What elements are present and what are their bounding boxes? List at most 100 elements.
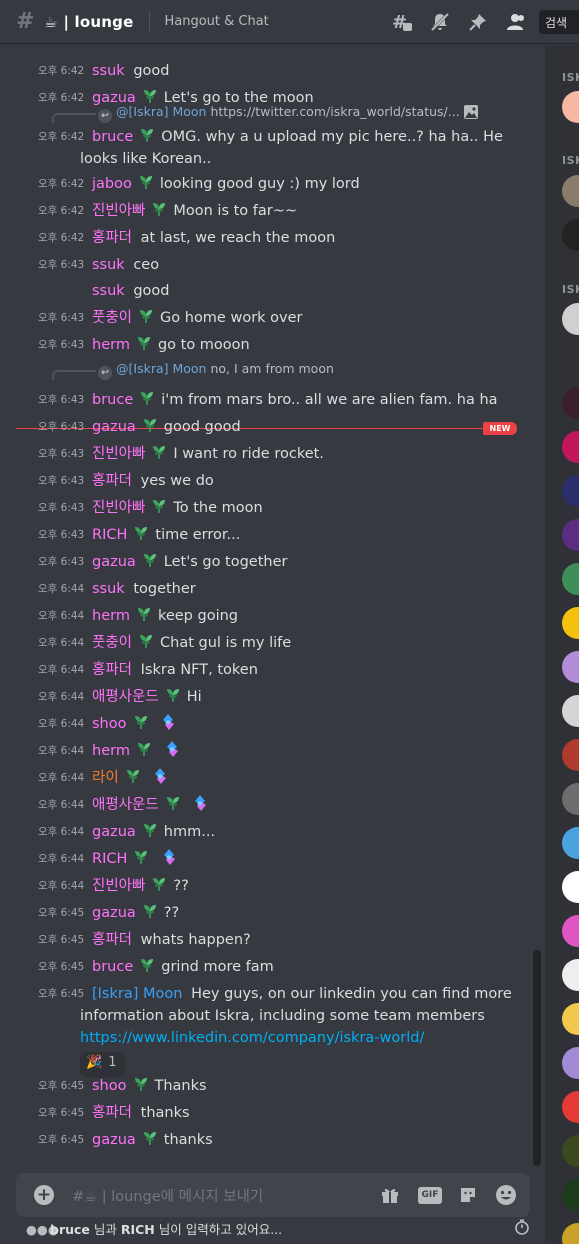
- member-list-icon[interactable]: [497, 0, 535, 44]
- member-avatar[interactable]: [562, 519, 579, 551]
- message-timestamp[interactable]: 오후 6:43: [38, 257, 84, 273]
- message-timestamp[interactable]: 오후 6:42: [38, 90, 84, 106]
- message-author[interactable]: bruce: [92, 392, 133, 408]
- message-timestamp[interactable]: 오후 6:43: [38, 446, 84, 462]
- message-timestamp[interactable]: 오후 6:44: [38, 797, 84, 813]
- message-author[interactable]: 홍파더: [92, 662, 132, 678]
- message-timestamp[interactable]: 오후 6:45: [38, 1132, 84, 1148]
- message-author[interactable]: shoo: [92, 716, 127, 732]
- message-author[interactable]: 라이: [92, 770, 119, 786]
- member-avatar[interactable]: [562, 91, 579, 123]
- message-timestamp[interactable]: 오후 6:44: [38, 608, 84, 624]
- member-avatar[interactable]: [562, 431, 579, 463]
- member-avatar[interactable]: [562, 871, 579, 903]
- message-timestamp[interactable]: 오후 6:44: [38, 824, 84, 840]
- member-avatar[interactable]: [562, 959, 579, 991]
- message-author[interactable]: 풋충이: [92, 635, 132, 651]
- message-timestamp[interactable]: 오후 6:45: [38, 1105, 84, 1121]
- message-author[interactable]: 풋충이: [92, 310, 132, 326]
- message-timestamp[interactable]: 오후 6:44: [38, 635, 84, 651]
- message-timestamp[interactable]: 오후 6:44: [38, 743, 84, 759]
- message-timestamp[interactable]: 오후 6:43: [38, 500, 84, 516]
- message-timestamp[interactable]: 오후 6:43: [38, 527, 84, 543]
- message-author[interactable]: RICH: [92, 527, 127, 543]
- message-author[interactable]: 진빈아빠: [92, 500, 145, 516]
- message-timestamp[interactable]: 오후 6:43: [38, 473, 84, 489]
- message-author[interactable]: ssuk: [92, 257, 125, 273]
- member-avatar[interactable]: [562, 175, 579, 207]
- message-author[interactable]: gazua: [92, 824, 136, 840]
- message-author[interactable]: bruce: [92, 959, 133, 975]
- reply-author[interactable]: @[Iskra] Moon: [116, 104, 206, 119]
- message-author[interactable]: 진빈아빠: [92, 203, 145, 219]
- message-timestamp[interactable]: 오후 6:44: [38, 716, 84, 732]
- member-avatar[interactable]: [562, 607, 579, 639]
- message-timestamp[interactable]: 오후 6:42: [38, 176, 84, 192]
- member-avatar[interactable]: [562, 651, 579, 683]
- message-composer[interactable]: + #☕ | lounge에 메시지 보내기 GIF: [16, 1173, 530, 1217]
- message-author[interactable]: 홍파더: [92, 230, 132, 246]
- message-author[interactable]: RICH: [92, 851, 127, 867]
- message-timestamp[interactable]: 오후 6:45: [38, 905, 84, 921]
- member-avatar[interactable]: [562, 303, 579, 335]
- message-timestamp[interactable]: 오후 6:42: [38, 230, 84, 246]
- message-list[interactable]: NEW 오후 6:42 ssuk good 오후 6:42 gazua Let's go…: [0, 45, 545, 1170]
- message-author[interactable]: 진빈아빠: [92, 446, 145, 462]
- message-timestamp[interactable]: 오후 6:45: [38, 959, 84, 975]
- message-author[interactable]: ssuk: [92, 283, 125, 299]
- message-author[interactable]: 애평사운드: [92, 689, 159, 705]
- message-author[interactable]: gazua: [92, 419, 136, 435]
- reply-author[interactable]: @[Iskra] Moon: [116, 361, 206, 376]
- message-timestamp[interactable]: 오후 6:44: [38, 689, 84, 705]
- message-author[interactable]: 홍파더: [92, 473, 132, 489]
- member-avatar[interactable]: [562, 1135, 579, 1167]
- message-author[interactable]: gazua: [92, 905, 136, 921]
- member-avatar[interactable]: [562, 1003, 579, 1035]
- member-avatar[interactable]: [562, 739, 579, 771]
- message-timestamp[interactable]: 오후 6:42: [38, 203, 84, 219]
- message-author[interactable]: 진빈아빠: [92, 878, 145, 894]
- reply-preview[interactable]: ↩ @[Iskra] Moon no, I am from moon: [98, 361, 498, 380]
- pin-icon[interactable]: [459, 0, 497, 44]
- message-link[interactable]: https://www.linkedin.com/company/iskra-w…: [80, 1027, 505, 1049]
- message-timestamp[interactable]: 오후 6:44: [38, 851, 84, 867]
- message-timestamp[interactable]: 오후 6:43: [38, 337, 84, 353]
- member-avatar[interactable]: [562, 695, 579, 727]
- member-avatar[interactable]: [562, 219, 579, 251]
- message-timestamp[interactable]: 오후 6:44: [38, 878, 84, 894]
- message-timestamp[interactable]: 오후 6:45: [38, 932, 84, 948]
- message-timestamp[interactable]: 오후 6:44: [38, 770, 84, 786]
- member-avatar[interactable]: [562, 1223, 579, 1244]
- message-author[interactable]: bruce: [92, 129, 133, 145]
- sticker-icon[interactable]: [456, 1183, 480, 1207]
- message-timestamp[interactable]: 오후 6:43: [38, 392, 84, 408]
- message-author[interactable]: gazua: [92, 554, 136, 570]
- message-author[interactable]: ssuk: [92, 581, 125, 597]
- member-avatar[interactable]: [562, 563, 579, 595]
- emoji-picker-icon[interactable]: [494, 1183, 518, 1207]
- message-author[interactable]: jaboo: [92, 176, 132, 192]
- message-timestamp[interactable]: 오후 6:42: [38, 63, 84, 79]
- message-author[interactable]: gazua: [92, 1132, 136, 1148]
- message-author[interactable]: herm: [92, 743, 130, 759]
- message-timestamp[interactable]: 오후 6:43: [38, 310, 84, 326]
- message-timestamp[interactable]: 오후 6:44: [38, 581, 84, 597]
- message-author[interactable]: 애평사운드: [92, 797, 159, 813]
- message-author[interactable]: shoo: [92, 1078, 127, 1094]
- member-avatar[interactable]: [562, 475, 579, 507]
- member-avatar[interactable]: [562, 915, 579, 947]
- message-scrollbar[interactable]: [533, 950, 541, 1166]
- message-timestamp[interactable]: 오후 6:43: [38, 554, 84, 570]
- message-timestamp[interactable]: 오후 6:45: [38, 986, 84, 1002]
- member-avatar[interactable]: [562, 1047, 579, 1079]
- message-author[interactable]: [Iskra] Moon: [92, 986, 182, 1002]
- message-author[interactable]: ssuk: [92, 63, 125, 79]
- threads-icon[interactable]: #: [383, 0, 421, 44]
- message-timestamp[interactable]: 오후 6:42: [38, 129, 84, 145]
- add-attachment-button[interactable]: +: [34, 1185, 54, 1205]
- member-avatar[interactable]: [562, 387, 579, 419]
- gift-icon[interactable]: [378, 1183, 402, 1207]
- member-avatar[interactable]: [562, 827, 579, 859]
- reply-preview[interactable]: ↩ @[Iskra] Moon https://twitter.com/iskra…: [98, 104, 498, 123]
- message-author[interactable]: herm: [92, 337, 130, 353]
